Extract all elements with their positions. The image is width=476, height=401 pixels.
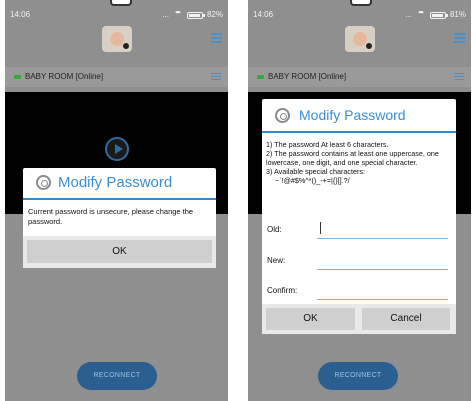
dialog-header: Modify Password	[23, 168, 216, 200]
special-characters: ~`!@#$%^*()_-+=|{}[].?/	[275, 176, 350, 185]
phone-screen-left: 14:06 ... 82% BABY ROOM [Online] RECONNE…	[5, 0, 228, 401]
status-time: 14:06	[10, 10, 31, 19]
phone-screen-right: 14:06 ... 81% BABY ROOM [Online] RECONNE…	[248, 0, 471, 401]
new-password-input[interactable]	[317, 269, 448, 270]
new-password-label: New:	[267, 256, 286, 265]
ok-button[interactable]: OK	[27, 240, 212, 263]
device-bar[interactable]: BABY ROOM [Online]	[5, 67, 228, 87]
online-indicator-icon	[257, 75, 264, 79]
wifi-icon	[173, 11, 183, 19]
modify-password-dialog: Modify Password Current password is unse…	[23, 168, 216, 268]
signal-dots: ...	[162, 10, 169, 19]
menu-icon[interactable]	[211, 33, 222, 45]
rule-special: 3) Available special characters:	[266, 167, 365, 176]
settings-icon[interactable]	[211, 73, 221, 81]
dialog-button-bar: OK	[23, 236, 216, 268]
menu-icon[interactable]	[454, 33, 465, 45]
device-name: BABY ROOM [Online]	[25, 72, 104, 81]
confirm-password-field[interactable]: Confirm:	[267, 282, 448, 302]
dialog-message: Current password is unsecure, please cha…	[28, 207, 194, 226]
battery-percent: 81%	[449, 10, 466, 19]
status-icons: ... 81%	[405, 8, 466, 22]
status-icons: ... 82%	[162, 8, 223, 22]
ok-button[interactable]: OK	[266, 308, 355, 330]
cancel-button[interactable]: Cancel	[362, 308, 450, 330]
rule-length: 1) The password At least 6 characters.	[266, 140, 389, 149]
device-name: BABY ROOM [Online]	[268, 72, 347, 81]
dialog-header: Modify Password	[262, 99, 456, 133]
wifi-icon	[416, 11, 426, 19]
battery-percent: 82%	[206, 10, 223, 19]
old-password-input[interactable]	[317, 238, 448, 239]
old-password-label: Old:	[267, 225, 282, 234]
dialog-button-bar: OK Cancel	[262, 304, 456, 334]
password-rules: 1) The password At least 6 characters. 2…	[262, 133, 456, 185]
dialog-title: Modify Password	[299, 107, 406, 123]
app-bar	[248, 22, 471, 54]
modify-password-dialog: Modify Password 1) The password At least…	[262, 99, 456, 334]
lock-dialog-icon	[36, 175, 51, 190]
confirm-password-label: Confirm:	[267, 286, 298, 295]
confirm-password-input[interactable]	[317, 299, 448, 300]
new-password-field[interactable]: New:	[267, 252, 448, 272]
text-caret	[320, 222, 321, 234]
signal-dots: ...	[405, 10, 412, 19]
status-bar: 14:06 ... 82%	[5, 8, 228, 22]
reconnect-button[interactable]: RECONNECT	[77, 362, 157, 390]
play-icon[interactable]	[104, 137, 129, 161]
device-notch	[350, 0, 372, 6]
app-bar	[5, 22, 228, 54]
device-bar[interactable]: BABY ROOM [Online]	[248, 67, 471, 87]
avatar-icon[interactable]	[101, 26, 132, 52]
battery-icon	[429, 11, 448, 19]
avatar-icon[interactable]	[344, 26, 375, 52]
rule-complexity: 2) The password contains at least one up…	[266, 149, 439, 167]
lock-dialog-icon	[275, 108, 290, 123]
settings-icon[interactable]	[454, 73, 464, 81]
device-notch	[110, 0, 132, 6]
battery-icon	[186, 11, 205, 19]
status-time: 14:06	[253, 10, 274, 19]
reconnect-button[interactable]: RECONNECT	[318, 362, 398, 390]
online-indicator-icon	[14, 75, 21, 79]
status-bar: 14:06 ... 81%	[248, 8, 471, 22]
dialog-title: Modify Password	[58, 174, 173, 191]
old-password-field[interactable]: Old:	[267, 221, 448, 241]
